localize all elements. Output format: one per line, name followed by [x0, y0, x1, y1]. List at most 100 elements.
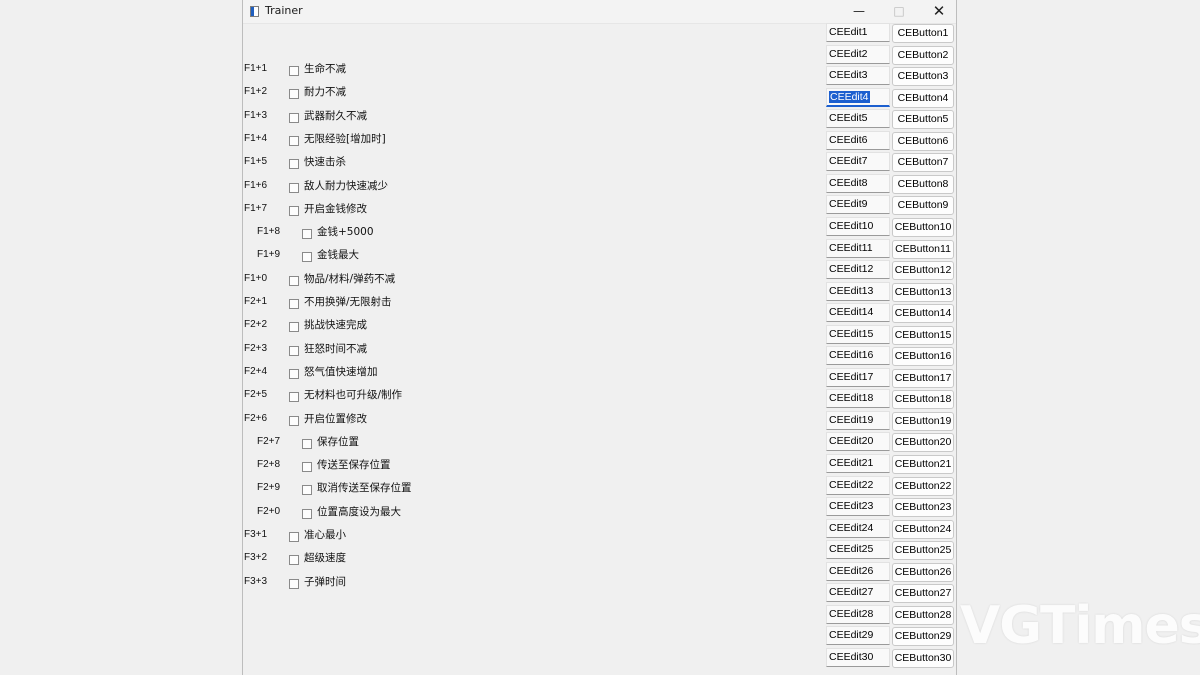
hotkey-label: F2+2	[244, 319, 268, 331]
ce-button[interactable]: CEButton27	[892, 584, 954, 604]
ce-edit-field[interactable]: CEEdit5	[826, 109, 890, 129]
option-label: 位置高度设为最大	[317, 505, 401, 518]
option-checkbox[interactable]	[302, 438, 312, 449]
ce-button[interactable]: CEButton17	[892, 368, 954, 388]
ce-button[interactable]: CEButton20	[892, 433, 954, 453]
ce-button[interactable]: CEButton8	[892, 174, 954, 194]
option-checkbox[interactable]	[289, 345, 299, 356]
ce-edit-field[interactable]: CEEdit10	[826, 216, 890, 236]
title-bar[interactable]: Trainer — □ ✕	[243, 0, 956, 24]
minimize-icon[interactable]: —	[839, 0, 879, 23]
option-checkbox[interactable]	[289, 89, 299, 100]
hotkey-label: F1+3	[244, 109, 268, 121]
ce-button[interactable]: CEButton26	[892, 562, 954, 582]
ce-button[interactable]: CEButton23	[892, 498, 954, 518]
ce-edit-field[interactable]: CEEdit27	[826, 583, 890, 603]
ce-button[interactable]: CEButton30	[892, 648, 954, 668]
ce-button[interactable]: CEButton18	[892, 390, 954, 410]
watermark: VGTimes	[960, 596, 1200, 656]
ce-edit-field[interactable]: CEEdit25	[826, 540, 890, 560]
ce-edit-field[interactable]: CEEdit18	[826, 389, 890, 409]
ce-edit-field[interactable]: CEEdit8	[826, 173, 890, 193]
option-checkbox[interactable]	[289, 182, 299, 193]
ce-edit-field[interactable]: CEEdit29	[826, 626, 890, 646]
option-label: 耐力不减	[304, 86, 346, 99]
ce-edit-field[interactable]: CEEdit11	[826, 238, 890, 258]
ce-button[interactable]: CEButton1	[892, 24, 954, 43]
ce-edit-field[interactable]: CEEdit12	[826, 260, 890, 280]
ce-button[interactable]: CEButton3	[892, 67, 954, 87]
trainer-window: Trainer — □ ✕ F1+1 生命不减 F1+2 耐力不减 F1+3 武器耐久不减…	[242, 0, 957, 675]
ce-button[interactable]: CEButton28	[892, 605, 954, 625]
option-checkbox[interactable]	[289, 299, 299, 309]
ce-edit-field[interactable]: CEEdit19	[826, 410, 890, 430]
ce-button[interactable]: CEButton29	[892, 627, 954, 647]
ce-edit-field[interactable]: CEEdit30	[826, 647, 890, 667]
ce-button[interactable]: CEButton13	[892, 282, 954, 302]
option-checkbox[interactable]	[289, 135, 299, 146]
option-checkbox[interactable]	[289, 66, 299, 76]
ce-button[interactable]: CEButton7	[892, 153, 954, 173]
ce-button[interactable]: CEButton9	[892, 196, 954, 216]
ce-button[interactable]: CEButton24	[892, 519, 954, 539]
hotkey-label: F2+7	[257, 435, 281, 447]
ce-button[interactable]: CEButton2	[892, 45, 954, 65]
ce-button[interactable]: CEButton14	[892, 304, 954, 324]
option-checkbox[interactable]	[289, 205, 299, 216]
ce-edit-field[interactable]: CEEdit16	[826, 346, 890, 366]
maximize-icon[interactable]: □	[879, 0, 919, 23]
option-checkbox[interactable]	[289, 159, 299, 170]
option-checkbox[interactable]	[289, 112, 299, 123]
ce-edit-field[interactable]: CEEdit17	[826, 367, 890, 387]
close-icon[interactable]: ✕	[919, 0, 956, 23]
option-checkbox[interactable]	[289, 578, 299, 589]
option-checkbox[interactable]	[289, 275, 299, 286]
ce-edit-field[interactable]: CEEdit14	[826, 303, 890, 323]
ce-edit-field[interactable]: CEEdit24	[826, 518, 890, 538]
ce-edit-field[interactable]: CEEdit22	[826, 475, 890, 495]
option-label: 开启金钱修改	[304, 202, 367, 215]
option-checkbox[interactable]	[289, 392, 299, 403]
ce-button[interactable]: CEButton4	[892, 88, 954, 108]
ce-button[interactable]: CEButton16	[892, 347, 954, 367]
ce-edit-field[interactable]: CEEdit26	[826, 561, 890, 581]
ce-button[interactable]: CEButton6	[892, 131, 954, 151]
option-label: 怒气值快速增加	[304, 365, 378, 378]
option-checkbox[interactable]	[302, 462, 312, 473]
option-label: 传送至保存位置	[317, 459, 391, 472]
option-checkbox[interactable]	[302, 229, 312, 240]
option-checkbox[interactable]	[289, 415, 299, 426]
option-checkbox[interactable]	[302, 508, 312, 519]
option-checkbox[interactable]	[289, 532, 299, 542]
ce-edit-field[interactable]: CEEdit20	[826, 432, 890, 452]
option-checkbox[interactable]	[302, 252, 312, 263]
hotkey-label: F1+1	[244, 63, 268, 74]
ce-edit-field[interactable]: CEEdit21	[826, 454, 890, 473]
ce-edit-field[interactable]: CEEdit1	[826, 23, 890, 42]
option-checkbox[interactable]	[289, 322, 299, 333]
ce-button[interactable]: CEButton10	[892, 217, 954, 237]
ce-edit-field[interactable]: CEEdit7	[826, 152, 890, 172]
ce-edit-field[interactable]: CEEdit6	[826, 130, 890, 150]
option-checkbox[interactable]	[289, 368, 299, 379]
hotkey-label: F3+1	[244, 529, 268, 540]
ce-edit-field[interactable]: CEEdit9	[826, 195, 890, 215]
ce-button[interactable]: CEButton15	[892, 325, 954, 345]
ce-button[interactable]: CEButton12	[892, 261, 954, 281]
ce-button[interactable]: CEButton11	[892, 239, 954, 259]
hotkey-label: F2+1	[244, 296, 268, 307]
ce-button[interactable]: CEButton21	[892, 455, 954, 474]
ce-edit-field[interactable]: CEEdit28	[826, 604, 890, 624]
option-checkbox[interactable]	[302, 485, 312, 496]
ce-button[interactable]: CEButton5	[892, 110, 954, 130]
ce-edit-field[interactable]: CEEdit3	[826, 66, 890, 86]
ce-edit-field[interactable]: CEEdit13	[826, 281, 890, 301]
option-checkbox[interactable]	[289, 555, 299, 566]
ce-edit-field[interactable]: CEEdit2	[826, 44, 890, 64]
ce-button[interactable]: CEButton22	[892, 476, 954, 496]
ce-button[interactable]: CEButton25	[892, 541, 954, 561]
ce-edit-field[interactable]: CEEdit15	[826, 324, 890, 344]
ce-edit-field[interactable]: CEEdit23	[826, 497, 890, 517]
ce-edit-field[interactable]: CEEdit4	[826, 87, 890, 107]
ce-button[interactable]: CEButton19	[892, 411, 954, 431]
